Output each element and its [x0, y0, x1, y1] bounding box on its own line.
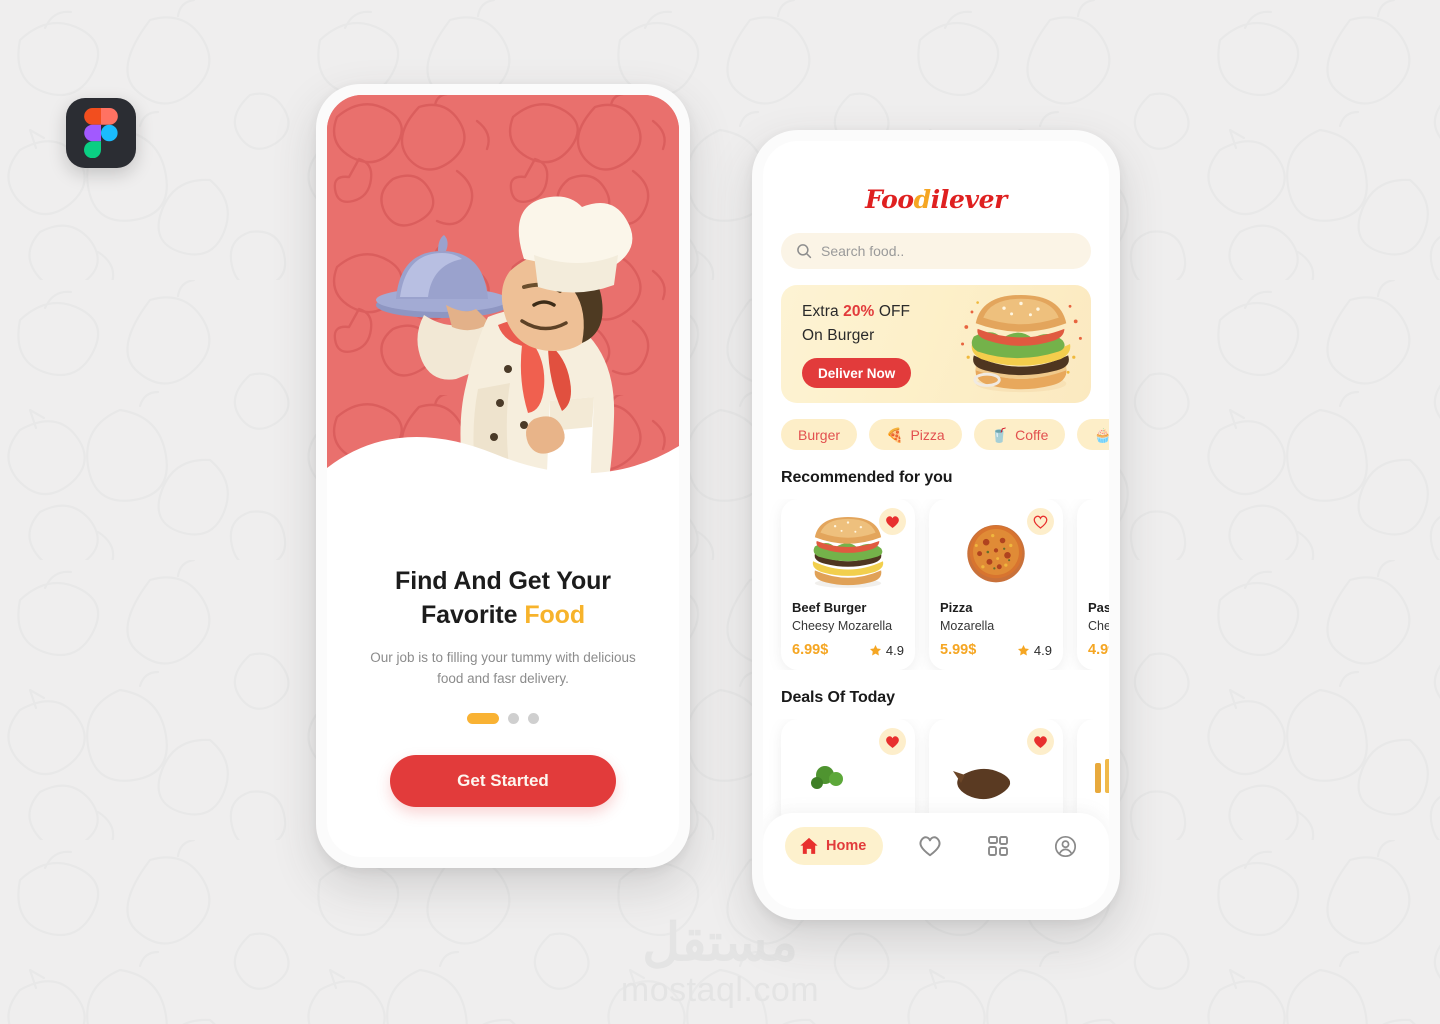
brand-part-1: Foo — [865, 185, 914, 214]
get-started-button[interactable]: Get Started — [390, 755, 616, 808]
promo-pre: Extra — [802, 302, 844, 320]
burger-photo — [961, 294, 1082, 393]
title-line-2-accent: Food — [524, 600, 585, 629]
promo-line-1: Extra 20% OFF — [802, 300, 952, 324]
phone-onboarding: Find And Get Your Favorite Food Our job … — [316, 84, 690, 868]
rating-value: 4.9 — [885, 642, 904, 658]
salad-photo — [811, 766, 843, 789]
watermark-latin: mostaql.com — [620, 971, 820, 1009]
nav-label-home: Home — [826, 838, 867, 854]
food-name: Pizza — [940, 600, 973, 615]
favorite-button[interactable] — [879, 508, 906, 535]
pagination-dot-3[interactable] — [528, 713, 539, 725]
food-description: Cheesy — [1088, 619, 1109, 633]
food-price: 4.99$ — [1088, 642, 1109, 658]
deliver-now-button[interactable]: Deliver Now — [802, 358, 912, 389]
category-chip-pizza[interactable]: 🍕 Pizza — [869, 419, 962, 450]
food-meta: 6.99$ 4.9 — [792, 642, 904, 658]
pizza-photo — [967, 524, 1025, 583]
food-name: Beef Burger — [792, 600, 867, 615]
favorite-button[interactable] — [1027, 508, 1054, 535]
section-title-deals: Deals Of Today — [781, 689, 895, 706]
food-name: Pasta — [1088, 600, 1109, 615]
heart-icon — [919, 836, 941, 857]
figma-logo-icon — [84, 108, 118, 158]
category-chips: Burger 🍕 Pizza 🥤 Coffe 🧁 Dessert — [763, 419, 1109, 450]
food-description: Cheesy Mozarella — [792, 619, 893, 633]
brand-part-2: ilever — [930, 185, 1008, 214]
onboarding-subtitle: Our job is to filling your tummy with de… — [370, 650, 636, 686]
title-line-1: Find And Get Your — [395, 567, 611, 595]
figma-badge — [66, 98, 136, 168]
food-card[interactable]: Beef Burger Cheesy Mozarella 6.99$ 4.9 — [781, 499, 915, 670]
profile-icon — [1054, 835, 1077, 857]
search-icon — [797, 244, 812, 259]
category-chip-burger[interactable]: Burger — [781, 419, 858, 450]
fries-photo — [1095, 759, 1109, 793]
nav-item-categories[interactable] — [977, 827, 1019, 865]
heart-filled-icon — [886, 515, 899, 528]
promo-discount: 20% — [843, 302, 875, 320]
watermark: مستقل mostaql.com — [0, 917, 1440, 1010]
food-rating: 4.9 — [1017, 643, 1052, 658]
cupcake-icon: 🧁 — [1094, 426, 1109, 443]
nav-item-profile[interactable] — [1044, 827, 1087, 865]
search-input[interactable] — [821, 243, 1076, 259]
recommended-card-row: Beef Burger Cheesy Mozarella 6.99$ 4.9 P… — [763, 499, 1109, 670]
bottom-navigation: Home — [763, 813, 1109, 909]
food-description: Mozarella — [940, 619, 995, 633]
food-card[interactable]: Pasta Cheesy 4.99$ 4.8 — [1077, 499, 1109, 670]
category-label: Pizza — [910, 426, 945, 443]
watermark-arabic: مستقل — [642, 914, 798, 972]
food-meta: 4.99$ 4.8 — [1088, 642, 1109, 658]
grid-icon — [988, 836, 1009, 856]
coffee-icon: 🥤 — [990, 426, 1009, 443]
food-image — [1088, 510, 1109, 594]
pagination-dots — [363, 713, 643, 725]
onboarding-screen: Find And Get Your Favorite Food Our job … — [327, 95, 679, 857]
rating-value: 4.9 — [1033, 642, 1052, 658]
category-chip-dessert[interactable]: 🧁 Dessert — [1077, 419, 1109, 450]
star-icon — [869, 644, 881, 656]
heart-outline-icon — [1033, 515, 1048, 529]
category-label: Burger — [798, 426, 841, 443]
title-line-2-plain: Favorite — [421, 600, 525, 629]
app-logo: Foodilever — [763, 141, 1109, 214]
pasta-photo — [1102, 513, 1109, 591]
page-title: Find And Get Your Favorite Food — [363, 565, 643, 632]
category-label: Coffe — [1015, 426, 1049, 443]
food-price: 6.99$ — [792, 642, 829, 658]
category-chip-coffe[interactable]: 🥤 Coffe — [973, 419, 1066, 450]
home-icon — [800, 837, 818, 854]
hero-illustration-area — [327, 95, 679, 523]
food-price: 5.99$ — [940, 642, 977, 658]
food-card[interactable]: Pizza Mozarella 5.99$ 4.9 — [929, 499, 1063, 670]
steak-photo — [953, 768, 1011, 800]
onboarding-copy: Find And Get Your Favorite Food Our job … — [327, 523, 679, 808]
star-icon — [1017, 644, 1029, 656]
section-title-recommended: Recommended for you — [781, 469, 953, 486]
pagination-dot-2[interactable] — [508, 713, 519, 725]
pizza-icon: 🍕 — [886, 426, 904, 443]
promo-line-2: On Burger — [802, 327, 875, 344]
home-screen-root: Foodilever Extra 20% OFF On Burger Deliv… — [763, 141, 1109, 909]
promo-text: Extra 20% OFF On Burger Deliver Now — [781, 300, 952, 389]
nav-item-home[interactable]: Home — [785, 827, 884, 865]
pagination-dot-1[interactable] — [467, 713, 499, 725]
promo-banner[interactable]: Extra 20% OFF On Burger Deliver Now — [781, 285, 1091, 403]
background-vegetable-pattern — [0, 0, 1440, 1024]
hero-wave-divider — [327, 436, 679, 523]
food-meta: 5.99$ 4.9 — [940, 642, 1052, 658]
phone-home: Foodilever Extra 20% OFF On Burger Deliv… — [752, 130, 1120, 920]
search-bar[interactable] — [781, 233, 1091, 269]
nav-item-favorites[interactable] — [908, 827, 952, 865]
food-rating: 4.9 — [869, 643, 904, 658]
promo-post: OFF — [874, 302, 911, 320]
brand-part-d: d — [913, 185, 931, 214]
